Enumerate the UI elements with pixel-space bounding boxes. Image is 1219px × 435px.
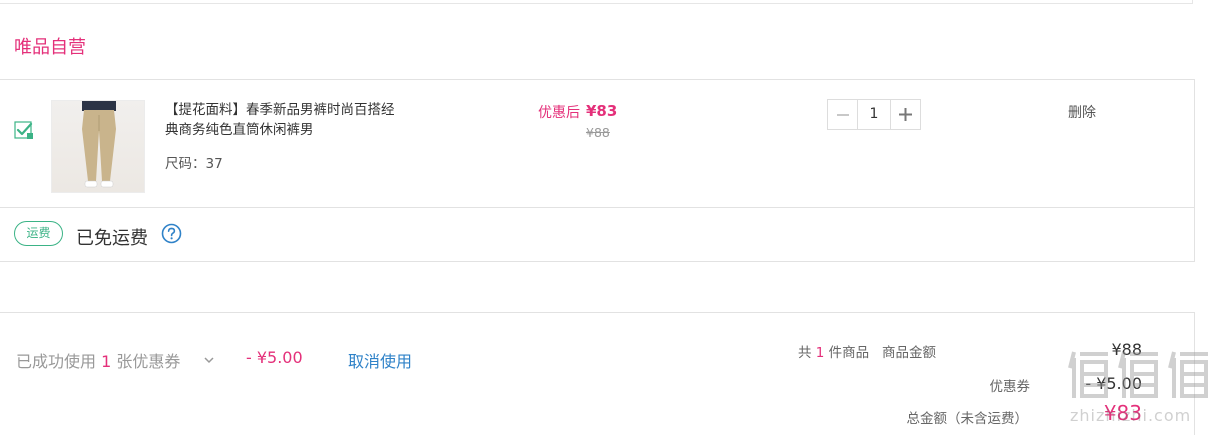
watermark-text: zhizhizhi.com bbox=[1070, 406, 1192, 425]
coupon-amount: - ¥5.00 bbox=[246, 348, 303, 367]
total-amount-label: 总金额（未含运费） bbox=[906, 411, 1029, 427]
checkbox-checked-icon bbox=[14, 121, 33, 139]
delete-button[interactable]: 删除 bbox=[1068, 102, 1096, 122]
product-image[interactable] bbox=[51, 100, 145, 193]
coupon-used-text: 已成功使用 1 张优惠券 bbox=[16, 348, 180, 372]
coupon-used-suffix: 张优惠券 bbox=[116, 352, 181, 371]
plus-icon bbox=[899, 108, 912, 121]
help-icon bbox=[161, 223, 182, 244]
minus-icon bbox=[836, 113, 849, 116]
cart-item-box: 【提花面料】春季新品男裤时尚百搭经典商务纯色直筒休闲裤男 尺码：37 优惠后 ¥… bbox=[0, 79, 1195, 262]
item-checkbox[interactable] bbox=[14, 121, 34, 141]
decrease-button[interactable] bbox=[828, 100, 857, 129]
pants-photo bbox=[82, 101, 116, 188]
after-coupon-price: ¥83 bbox=[586, 102, 618, 120]
summary-item-count: 1 bbox=[815, 345, 825, 361]
summary-count-prefix: 共 bbox=[797, 345, 812, 361]
after-coupon-label: 优惠后 bbox=[538, 105, 580, 121]
increase-button[interactable] bbox=[891, 100, 920, 129]
summary-coupon-label: 优惠券 bbox=[989, 379, 1031, 395]
quantity-input[interactable]: 1 bbox=[857, 100, 891, 129]
cancel-coupon-link[interactable]: 取消使用 bbox=[348, 348, 412, 372]
summary-count: 共 1 件商品 商品金额 bbox=[798, 341, 936, 361]
summary-count-suffix: 件商品 bbox=[828, 345, 870, 361]
goods-amount-value: ¥88 bbox=[1111, 340, 1142, 359]
coupon-count: 1 bbox=[101, 352, 112, 371]
summary-coupon-value: - ¥5.00 bbox=[1085, 374, 1142, 393]
shipping-help-button[interactable] bbox=[161, 223, 182, 244]
order-summary: 已成功使用 1 张优惠券 - ¥5.00 取消使用 共 1 件商品 商品金额 ¥… bbox=[0, 312, 1195, 435]
previous-section-frame bbox=[0, 0, 1193, 4]
original-price: ¥88 bbox=[586, 125, 610, 140]
shipping-badge: 运费 bbox=[14, 221, 63, 246]
product-size: 尺码：37 bbox=[165, 156, 223, 172]
coupon-dropdown-toggle[interactable] bbox=[203, 351, 215, 364]
divider bbox=[0, 207, 1194, 208]
quantity-stepper: 1 bbox=[827, 99, 921, 130]
shipping-status: 已免运费 bbox=[76, 228, 148, 249]
store-title: 唯品自营 bbox=[14, 37, 86, 58]
coupon-used-prefix: 已成功使用 bbox=[16, 352, 97, 371]
goods-amount-label: 商品金额 bbox=[882, 345, 936, 361]
product-title[interactable]: 【提花面料】春季新品男裤时尚百搭经典商务纯色直筒休闲裤男 bbox=[165, 100, 400, 140]
chevron-down-icon bbox=[204, 357, 214, 364]
